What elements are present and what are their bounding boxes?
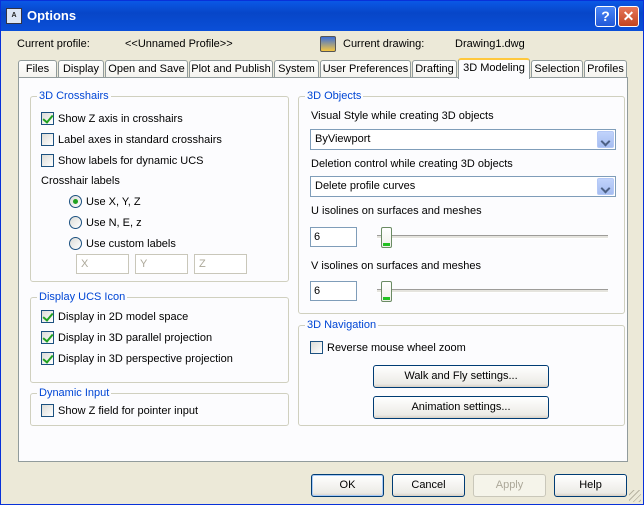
show-z-field-label: Show Z field for pointer input (58, 404, 199, 417)
display-3d-parallel-checkbox[interactable]: Display in 3D parallel projection (41, 331, 212, 344)
resize-grip[interactable] (629, 490, 641, 502)
crosshairs-group-title: 3D Crosshairs (37, 90, 111, 102)
u-isolines-slider-thumb[interactable] (381, 227, 392, 248)
checkbox-box[interactable] (41, 112, 54, 125)
radio-use-xyz[interactable]: Use X, Y, Z (69, 195, 141, 208)
u-isolines-slider-track[interactable] (377, 235, 608, 239)
3d-navigation-group-title: 3D Navigation (305, 319, 379, 331)
show-z-axis-checkbox[interactable]: Show Z axis in crosshairs (41, 112, 183, 125)
tab-files[interactable]: Files (18, 60, 57, 78)
show-z-axis-label: Show Z axis in crosshairs (58, 112, 183, 125)
tab-system[interactable]: System (274, 60, 319, 78)
tab-profiles[interactable]: Profiles (584, 60, 627, 78)
checkbox-box[interactable] (310, 341, 323, 354)
checkbox-box[interactable] (41, 404, 54, 417)
radio-use-nez-label: Use N, E, z (86, 216, 142, 229)
u-isolines-input[interactable]: 6 (310, 227, 357, 247)
radio-use-custom[interactable]: Use custom labels (69, 237, 176, 250)
checkbox-box[interactable] (41, 352, 54, 365)
crosshairs-group: 3D Crosshairs Show Z axis in crosshairs … (30, 90, 289, 282)
3d-objects-group-title: 3D Objects (305, 90, 364, 102)
show-labels-ucs-checkbox[interactable]: Show labels for dynamic UCS (41, 154, 204, 167)
close-icon[interactable]: ✕ (618, 6, 639, 27)
show-labels-ucs-label: Show labels for dynamic UCS (58, 154, 204, 167)
autocad-icon: A (6, 8, 22, 24)
tab-open-and-save[interactable]: Open and Save (105, 60, 188, 78)
ok-button[interactable]: OK (311, 474, 384, 497)
title-bar[interactable]: A Options ? ✕ (1, 1, 643, 31)
ucs-icon-group: Display UCS Icon Display in 2D model spa… (30, 291, 289, 383)
radio-use-nez[interactable]: Use N, E, z (69, 216, 142, 229)
tab-user-preferences[interactable]: User Preferences (320, 60, 411, 78)
dynamic-input-group: Dynamic Input Show Z field for pointer i… (30, 387, 289, 426)
checkbox-box[interactable] (41, 331, 54, 344)
walk-and-fly-settings-button[interactable]: Walk and Fly settings... (373, 365, 549, 388)
crosshair-labels-title: Crosshair labels (41, 175, 120, 187)
options-dialog: A Options ? ✕ Current profile: <<Unnamed… (0, 0, 644, 505)
tab-display[interactable]: Display (58, 60, 104, 78)
current-drawing-value: Drawing1.dwg (455, 38, 525, 50)
apply-button[interactable]: Apply (473, 474, 546, 497)
visual-style-value: ByViewport (315, 133, 371, 145)
deletion-control-value: Delete profile curves (315, 180, 416, 192)
display-2d-model-space-checkbox[interactable]: Display in 2D model space (41, 310, 188, 323)
tab-plot-and-publish[interactable]: Plot and Publish (189, 60, 273, 78)
3d-navigation-group: 3D Navigation Reverse mouse wheel zoom W… (298, 319, 625, 426)
radio-dot[interactable] (69, 195, 82, 208)
ucs-icon-group-title: Display UCS Icon (37, 291, 128, 303)
deletion-control-label: Deletion control while creating 3D objec… (311, 158, 513, 170)
profile-row: Current profile: <<Unnamed Profile>> Cur… (17, 36, 627, 54)
v-isolines-slider-track[interactable] (377, 289, 608, 293)
display-3d-perspective-label: Display in 3D perspective projection (58, 352, 233, 365)
u-isolines-label: U isolines on surfaces and meshes (311, 205, 482, 217)
visual-style-label: Visual Style while creating 3D objects (311, 110, 494, 122)
window-title: Options (27, 8, 77, 23)
show-z-field-checkbox[interactable]: Show Z field for pointer input (41, 404, 198, 417)
help-button[interactable]: Help (554, 474, 627, 497)
display-3d-perspective-checkbox[interactable]: Display in 3D perspective projection (41, 352, 233, 365)
tab-selection[interactable]: Selection (531, 60, 583, 78)
v-isolines-slider-thumb[interactable] (381, 281, 392, 302)
cancel-button[interactable]: Cancel (392, 474, 465, 497)
custom-label-z-input[interactable]: Z (194, 254, 247, 274)
reverse-wheel-zoom-checkbox[interactable]: Reverse mouse wheel zoom (310, 341, 466, 354)
chevron-down-icon[interactable] (597, 131, 614, 148)
tab-panel-3d-modeling: 3D Crosshairs Show Z axis in crosshairs … (18, 77, 628, 462)
drawing-icon (320, 36, 336, 52)
current-profile-label: Current profile: (17, 38, 90, 50)
deletion-control-select[interactable]: Delete profile curves (310, 176, 616, 197)
dynamic-input-group-title: Dynamic Input (37, 387, 112, 399)
radio-use-xyz-label: Use X, Y, Z (86, 195, 141, 208)
tab-3d-modeling[interactable]: 3D Modeling (458, 58, 530, 79)
3d-objects-group: 3D Objects Visual Style while creating 3… (298, 90, 625, 314)
chevron-down-icon[interactable] (597, 178, 614, 195)
custom-label-x-input[interactable]: X (76, 254, 129, 274)
display-2d-model-space-label: Display in 2D model space (58, 310, 189, 323)
radio-use-custom-label: Use custom labels (86, 237, 176, 250)
v-isolines-input[interactable]: 6 (310, 281, 357, 301)
label-axes-label: Label axes in standard crosshairs (58, 133, 222, 146)
radio-dot[interactable] (69, 237, 82, 250)
label-axes-checkbox[interactable]: Label axes in standard crosshairs (41, 133, 222, 146)
checkbox-box[interactable] (41, 310, 54, 323)
current-profile-value: <<Unnamed Profile>> (125, 38, 233, 50)
radio-dot[interactable] (69, 216, 82, 229)
animation-settings-button[interactable]: Animation settings... (373, 396, 549, 419)
checkbox-box[interactable] (41, 133, 54, 146)
display-3d-parallel-label: Display in 3D parallel projection (58, 331, 213, 344)
reverse-wheel-zoom-label: Reverse mouse wheel zoom (327, 341, 466, 354)
help-icon[interactable]: ? (595, 6, 616, 27)
checkbox-box[interactable] (41, 154, 54, 167)
v-isolines-label: V isolines on surfaces and meshes (311, 260, 481, 272)
current-drawing-label: Current drawing: (343, 38, 425, 50)
tab-drafting[interactable]: Drafting (412, 60, 457, 78)
custom-label-y-input[interactable]: Y (135, 254, 188, 274)
visual-style-select[interactable]: ByViewport (310, 129, 616, 150)
